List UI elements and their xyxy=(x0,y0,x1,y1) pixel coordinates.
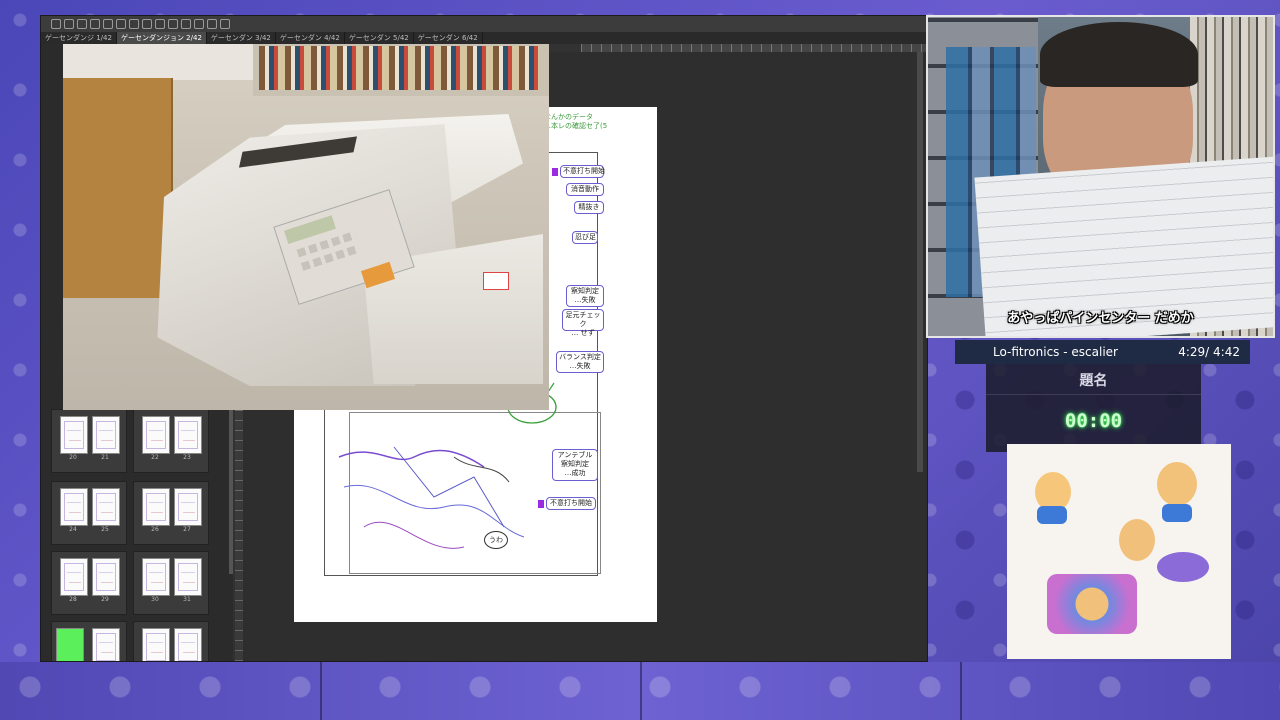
tab-page-2[interactable]: ゲーセンダンジョン 2/42 xyxy=(116,32,207,44)
page-thumbnail-selected[interactable] xyxy=(56,628,84,661)
action-note: 消音動作 xyxy=(566,183,604,196)
print-icon[interactable] xyxy=(90,19,100,29)
page-thumbnail[interactable] xyxy=(174,558,202,596)
banner-divider xyxy=(640,662,642,720)
streamer-hair xyxy=(1040,22,1198,87)
page-thumbnail[interactable] xyxy=(142,488,170,526)
mascot-illustration xyxy=(1007,444,1231,659)
page-thumbnail[interactable] xyxy=(60,488,88,526)
page-number: 23 xyxy=(183,454,191,461)
page-number: 20 xyxy=(69,454,77,461)
canvas-scrollbar[interactable] xyxy=(917,52,923,472)
undo-icon[interactable] xyxy=(103,19,113,29)
mascot-clothes xyxy=(1037,506,1067,524)
page-thumbnail-spread[interactable]: 24 25 xyxy=(51,481,127,545)
clear-icon[interactable] xyxy=(155,19,165,29)
banner-divider xyxy=(320,662,322,720)
action-note: 不意打ち開始 xyxy=(538,497,596,510)
page-thumbnail-spread[interactable]: 28 29 xyxy=(51,551,127,615)
tab-page-4[interactable]: ゲーセンダン 4/42 xyxy=(276,32,345,44)
document-tabs: ゲーセンダンジ 1/42 ゲーセンダンジョン 2/42 ゲーセンダン 3/42 … xyxy=(41,32,927,44)
horizontal-ruler xyxy=(581,44,927,52)
tab-page-3[interactable]: ゲーセンダン 3/42 xyxy=(207,32,276,44)
page-number: 27 xyxy=(183,526,191,533)
page-number: 31 xyxy=(183,596,191,603)
handwritten-note: なんかのデータ …本レの確認セ了(5 xyxy=(544,113,608,130)
bottom-banner xyxy=(0,662,1280,720)
printer-label-sticker xyxy=(483,272,509,290)
page-number: 24 xyxy=(69,526,77,533)
app-toolbar xyxy=(41,16,927,32)
cardboard-box xyxy=(63,78,173,298)
page-thumbnail[interactable] xyxy=(174,416,202,454)
ruler-icon[interactable] xyxy=(207,19,217,29)
mascot-cat xyxy=(1157,552,1209,582)
bookshelf xyxy=(253,44,549,96)
subtitle-caption: あやっぱパインセンター だめか xyxy=(1007,311,1194,326)
transform-icon[interactable] xyxy=(168,19,178,29)
settings-icon[interactable] xyxy=(220,19,230,29)
banner-divider xyxy=(960,662,962,720)
action-note: 不意打ち開始 xyxy=(552,165,605,178)
page-thumbnail-spread[interactable]: 26 27 xyxy=(133,481,209,545)
page-thumbnail[interactable] xyxy=(60,416,88,454)
action-note: 足元チェック … せず xyxy=(562,309,604,337)
action-note: バランス判定 …失敗 xyxy=(556,351,604,373)
page-thumbnail[interactable] xyxy=(92,628,120,661)
printer-photo-overlay xyxy=(63,44,549,410)
tab-page-5[interactable]: ゲーセンダン 5/42 xyxy=(345,32,414,44)
webcam-feed: あやっぱパインセンター だめか xyxy=(926,15,1275,338)
page-number: 25 xyxy=(101,526,109,533)
page-thumbnail-spread[interactable]: 20 21 xyxy=(51,409,127,473)
copy-icon[interactable] xyxy=(129,19,139,29)
speech-bubble: うわ xyxy=(484,531,508,549)
track-time: 4:29/ 4:42 xyxy=(1178,345,1240,359)
page-number: 29 xyxy=(101,596,109,603)
page-number: 21 xyxy=(101,454,109,461)
mascot-character xyxy=(1157,462,1197,506)
action-note: 察知判定 …失敗 xyxy=(566,285,604,307)
sketch-lines xyxy=(338,446,525,549)
track-title: Lo-fitronics - escalier xyxy=(993,345,1118,359)
action-note: 精抜き xyxy=(574,201,604,214)
tab-page-6[interactable]: ゲーセンダン 6/42 xyxy=(414,32,483,44)
action-note: アンテブル 察知判定 …成功 xyxy=(552,449,598,481)
divider xyxy=(986,394,1201,395)
page-number: 26 xyxy=(151,526,159,533)
now-playing-bar: Lo-fitronics - escalier 4:29/ 4:42 xyxy=(955,340,1250,364)
page-thumbnail-spread[interactable] xyxy=(133,621,209,661)
select-icon[interactable] xyxy=(181,19,191,29)
page-thumbnail-spread[interactable]: 22 23 xyxy=(133,409,209,473)
save-icon[interactable] xyxy=(77,19,87,29)
page-thumbnail[interactable] xyxy=(92,416,120,454)
page-number: 28 xyxy=(69,596,77,603)
page-thumbnail[interactable] xyxy=(142,628,170,661)
mascot-character xyxy=(1119,519,1155,561)
action-note: 忍び足 xyxy=(572,231,598,244)
page-thumbnail-spread[interactable] xyxy=(51,621,127,661)
wall xyxy=(63,44,253,80)
page-thumbnail-spread[interactable]: 30 31 xyxy=(133,551,209,615)
page-number: 22 xyxy=(151,454,159,461)
page-thumbnail[interactable] xyxy=(174,488,202,526)
timer-widget: 題名 00:00 xyxy=(986,364,1201,452)
redo-icon[interactable] xyxy=(116,19,126,29)
timer-value: 00:00 xyxy=(1064,410,1123,432)
page-number: 30 xyxy=(151,596,159,603)
timer-title: 題名 xyxy=(1079,373,1108,389)
mascot-blanket xyxy=(1047,574,1137,634)
page-thumbnail[interactable] xyxy=(92,488,120,526)
books xyxy=(259,46,539,90)
tab-page-1[interactable]: ゲーセンダンジ 1/42 xyxy=(41,32,117,44)
new-file-icon[interactable] xyxy=(51,19,61,29)
mascot-clothes xyxy=(1162,504,1192,522)
page-thumbnail[interactable] xyxy=(142,416,170,454)
page-thumbnail[interactable] xyxy=(174,628,202,661)
paste-icon[interactable] xyxy=(142,19,152,29)
page-thumbnail[interactable] xyxy=(142,558,170,596)
open-folder-icon[interactable] xyxy=(64,19,74,29)
pen-icon[interactable] xyxy=(194,19,204,29)
page-thumbnail[interactable] xyxy=(92,558,120,596)
page-thumbnail[interactable] xyxy=(60,558,88,596)
